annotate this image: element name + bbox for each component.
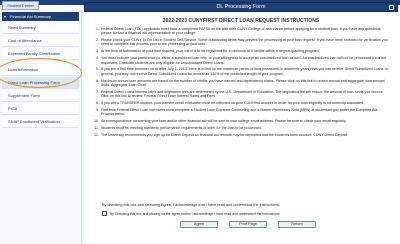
item-number: 10.: [94, 119, 99, 124]
item-text: All correspondence concerning your loan …: [101, 119, 347, 124]
item-number: 8.: [96, 101, 99, 106]
list-item: 9. First time Federal Direct Loan borrowe…: [94, 108, 390, 117]
item-number: 5.: [96, 67, 99, 72]
item-number: 1.: [96, 27, 99, 31]
item-number: 12.: [94, 132, 99, 137]
list-item: 6. Maximum annual loan amounts are based …: [94, 79, 390, 88]
list-item: 2. Please check your CUNY To-Do List in S…: [94, 38, 390, 47]
item-text: First time Federal Direct Loan borrowers…: [101, 107, 378, 117]
item-number: 11.: [94, 125, 99, 130]
list-item: 4. You must indicate your preference for …: [94, 56, 390, 65]
sidebar-item-snap-enrollment-verification[interactable]: SNAP Enrollment Verification: [2, 116, 79, 128]
item-text: You must indicate your preference for ei…: [101, 56, 387, 65]
sidebar-header-label: Financial Aid Summary: [10, 14, 51, 19]
page-heading: 2022-2023 CUNYFIRST DIRECT LOAN REQUEST …: [162, 18, 320, 24]
item-number: 3.: [96, 49, 99, 54]
list-item: 11. Students must be meeting academic per…: [94, 126, 390, 130]
return-button[interactable]: Return: [278, 221, 316, 228]
list-item: 7. Federal Direct Loans interest rates an…: [94, 90, 390, 99]
item-text: Maximum annual loan amounts are based on…: [101, 78, 385, 87]
sidebar-item-cost-of-attendance[interactable]: Cost of Attendance: [2, 35, 79, 47]
item-text: Federal Direct Loans interest rates and …: [101, 89, 384, 99]
item-number: 6.: [96, 78, 99, 83]
sidebar-item-supplement-form[interactable]: Supplement Form: [2, 90, 79, 102]
window-title: DL Processing Form: [216, 4, 266, 10]
list-item: 5. If you are a first-time borrower on or…: [94, 67, 390, 76]
item-text: At the time of submission of your loan r…: [101, 49, 320, 54]
button-row: Agree Print Page Return: [180, 221, 327, 228]
item-text: Please check your CUNY To-Do List in Stu…: [101, 38, 388, 47]
list-item: 12. The University recommends you sign up…: [94, 133, 390, 137]
item-number: 9.: [96, 107, 99, 112]
item-number: 2.: [96, 38, 99, 43]
student-center-tab[interactable]: Student Center: [2, 1, 39, 10]
checkbox-label: By Checking this box and clicking on the…: [110, 211, 281, 216]
list-item: 10. All correspondence concerning your lo…: [94, 119, 390, 123]
item-text: The University recommends you sign up fo…: [101, 132, 348, 137]
instruction-list: 1. Federal Direct Loan (FDL) applicants m…: [94, 27, 390, 140]
expand-icon[interactable]: [389, 5, 394, 10]
item-number: 4.: [96, 56, 99, 61]
item-text: If you are a first-time borrower on or a…: [101, 67, 389, 76]
sidebar-header[interactable]: ▾ Financial Aid Summary: [2, 12, 79, 21]
sidebar: ▾ Financial Aid Summary Need Summary Cos…: [0, 10, 82, 244]
highlight-circle: [0, 58, 82, 88]
sidebar-item-need-summary[interactable]: Need Summary: [2, 22, 79, 34]
item-text: Students must be meeting academic perfor…: [101, 125, 263, 130]
list-item: 8. If you are a TRANSFER student, your tr…: [94, 101, 390, 105]
acknowledge-checkbox[interactable]: [102, 211, 107, 216]
item-number: 7.: [96, 89, 99, 94]
list-item: 3. At the time of submission of your loan…: [94, 49, 390, 53]
main-content: 2022-2023 CUNYFIRST DIRECT LOAN REQUEST …: [84, 13, 398, 243]
chevron-down-icon: ▾: [4, 14, 7, 19]
agree-button[interactable]: Agree: [180, 221, 218, 228]
agree-instruction: By checking this box and selecting Agree…: [102, 203, 280, 207]
sidebar-item-fica[interactable]: FICA: [2, 103, 79, 115]
acknowledge-row: By Checking this box and clicking on the…: [102, 211, 280, 216]
item-text: If you are a TRANSFER student, your tran…: [101, 101, 364, 106]
list-item: 1. Federal Direct Loan (FDL) applicants m…: [94, 27, 390, 36]
item-text: Federal Direct Loan (FDL) applicants mus…: [101, 27, 382, 36]
window-titlebar: DL Processing Form: [84, 2, 398, 12]
print-page-button[interactable]: Print Page: [229, 221, 267, 228]
